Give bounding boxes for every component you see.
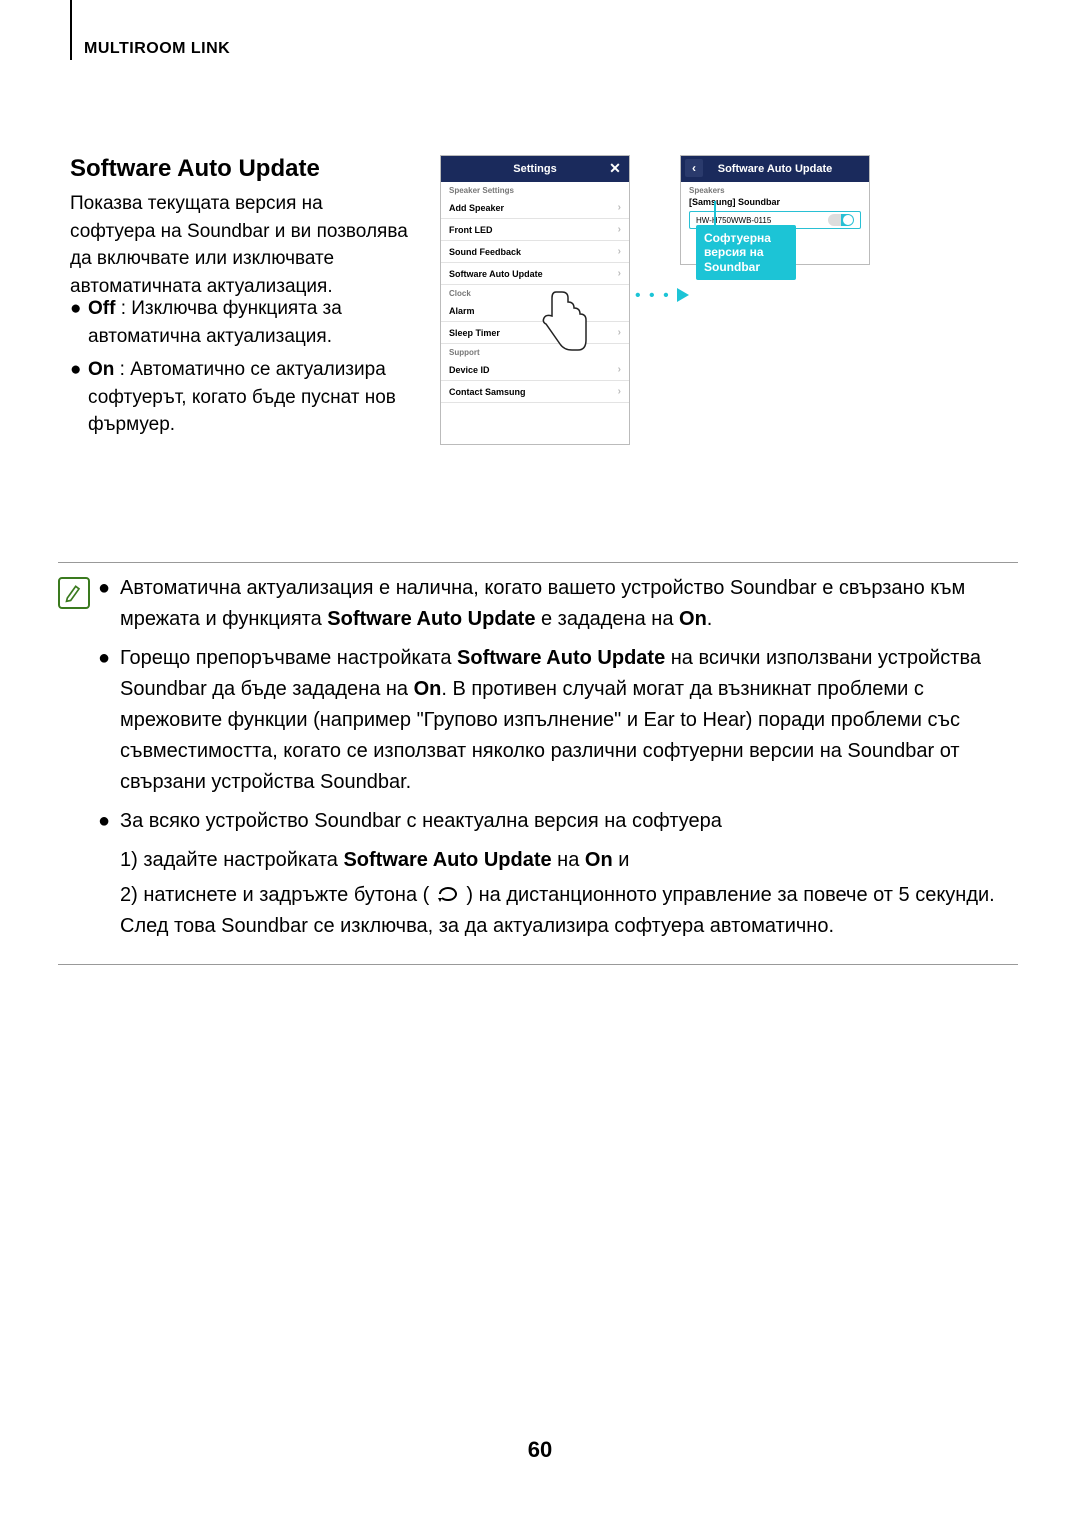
settings-row-software-auto-update[interactable]: Software Auto Update ›	[441, 263, 629, 285]
note-text: За всяко устройство Soundbar с неактуалн…	[120, 806, 722, 837]
note-body: ● Автоматична актуализация е налична, ко…	[98, 573, 1018, 946]
note-text: Горещо препоръчваме настройката	[120, 647, 457, 669]
note-text-bold: On	[414, 678, 442, 700]
note-text: 1) задайте настройката	[120, 849, 343, 871]
settings-row-front-led[interactable]: Front LED ›	[441, 219, 629, 241]
chevron-right-icon: ›	[618, 327, 621, 338]
note-text-bold: Software Auto Update	[343, 849, 551, 871]
chevron-right-icon: ›	[618, 364, 621, 375]
chevron-right-icon: ›	[618, 268, 621, 279]
option-list: ● Off : Изключва функцията за автоматичн…	[70, 295, 420, 445]
note-text-bold: Software Auto Update	[457, 647, 665, 669]
note-text: .	[707, 608, 713, 630]
option-on: ● On : Автоматично се актуализира софтуе…	[70, 356, 420, 439]
section-tag: MULTIROOM LINK	[84, 40, 230, 58]
settings-titlebar: Settings ✕	[441, 156, 629, 182]
toggle-switch[interactable]	[828, 214, 854, 226]
note-bullet-2: ● Горещо препоръчваме настройката Softwa…	[98, 643, 1018, 798]
chevron-right-icon: ›	[618, 224, 621, 235]
option-off-text: : Изключва функцията за автоматична акту…	[88, 298, 342, 347]
settings-row-alarm[interactable]: Alarm	[441, 300, 629, 322]
settings-row-label: Front LED	[449, 225, 493, 235]
settings-row-add-speaker[interactable]: Add Speaker ›	[441, 197, 629, 219]
option-off-label: Off	[88, 298, 115, 319]
update-titlebar: ‹ Software Auto Update	[681, 156, 869, 182]
page-title: Software Auto Update	[70, 155, 320, 183]
note-block: ● Автоматична актуализация е налична, ко…	[58, 562, 1018, 965]
settings-row-label: Software Auto Update	[449, 269, 543, 279]
note-icon	[58, 573, 98, 946]
header-rule	[70, 0, 72, 60]
note-step-1: 1) задайте настройката Software Auto Upd…	[98, 845, 1018, 876]
chevron-right-icon: ›	[618, 386, 621, 397]
chevron-right-icon: ›	[618, 246, 621, 257]
option-off: ● Off : Изключва функцията за автоматичн…	[70, 295, 420, 350]
settings-row-label: Add Speaker	[449, 203, 504, 213]
note-text-bold: On	[679, 608, 707, 630]
settings-row-label: Alarm	[449, 306, 475, 316]
note-bullet-1: ● Автоматична актуализация е налична, ко…	[98, 573, 1018, 635]
transition-arrow-icon: • • •	[635, 287, 689, 305]
note-bullet-3: ● За всяко устройство Soundbar с неактуа…	[98, 806, 1018, 837]
settings-row-label: Sleep Timer	[449, 328, 500, 338]
close-icon[interactable]: ✕	[607, 160, 623, 176]
settings-section-clock: Clock	[441, 285, 629, 300]
note-step-2: 2) натиснете и задръжте бутона ( ) на ди…	[98, 880, 1018, 942]
callout-label: Софтуерна версия на Soundbar	[696, 225, 796, 280]
page-number: 60	[0, 1437, 1080, 1463]
intro-paragraph: Показва текущата версия на софтуера на S…	[70, 190, 410, 300]
settings-row-contact-samsung[interactable]: Contact Samsung ›	[441, 381, 629, 403]
option-on-text: : Автоматично се актуализира софтуерът, …	[88, 359, 396, 435]
note-text: е зададена на	[535, 608, 679, 630]
repeat-icon	[435, 883, 461, 903]
settings-row-label: Contact Samsung	[449, 387, 526, 397]
update-device-sub: HW-H750WWB-0115	[696, 216, 771, 225]
settings-title: Settings	[513, 163, 556, 175]
update-title: Software Auto Update	[718, 163, 833, 175]
settings-section-support: Support	[441, 344, 629, 359]
option-on-label: On	[88, 359, 114, 380]
settings-row-sleep-timer[interactable]: Sleep Timer ›	[441, 322, 629, 344]
note-text: на	[552, 849, 585, 871]
note-text-bold: On	[585, 849, 613, 871]
settings-phone: Settings ✕ Speaker Settings Add Speaker ›…	[440, 155, 630, 445]
settings-row-device-id[interactable]: Device ID ›	[441, 359, 629, 381]
note-text-bold: Software Auto Update	[327, 608, 535, 630]
settings-section-speaker: Speaker Settings	[441, 182, 629, 197]
settings-row-label: Device ID	[449, 365, 490, 375]
update-section-speakers: Speakers	[681, 182, 869, 197]
settings-row-label: Sound Feedback	[449, 247, 521, 257]
update-device-name: [Samsung] Soundbar	[681, 197, 869, 207]
note-text: и	[613, 849, 630, 871]
settings-row-sound-feedback[interactable]: Sound Feedback ›	[441, 241, 629, 263]
chevron-right-icon: ›	[618, 202, 621, 213]
back-icon[interactable]: ‹	[685, 159, 703, 177]
note-text: 2) натиснете и задръжте бутона (	[120, 884, 435, 906]
